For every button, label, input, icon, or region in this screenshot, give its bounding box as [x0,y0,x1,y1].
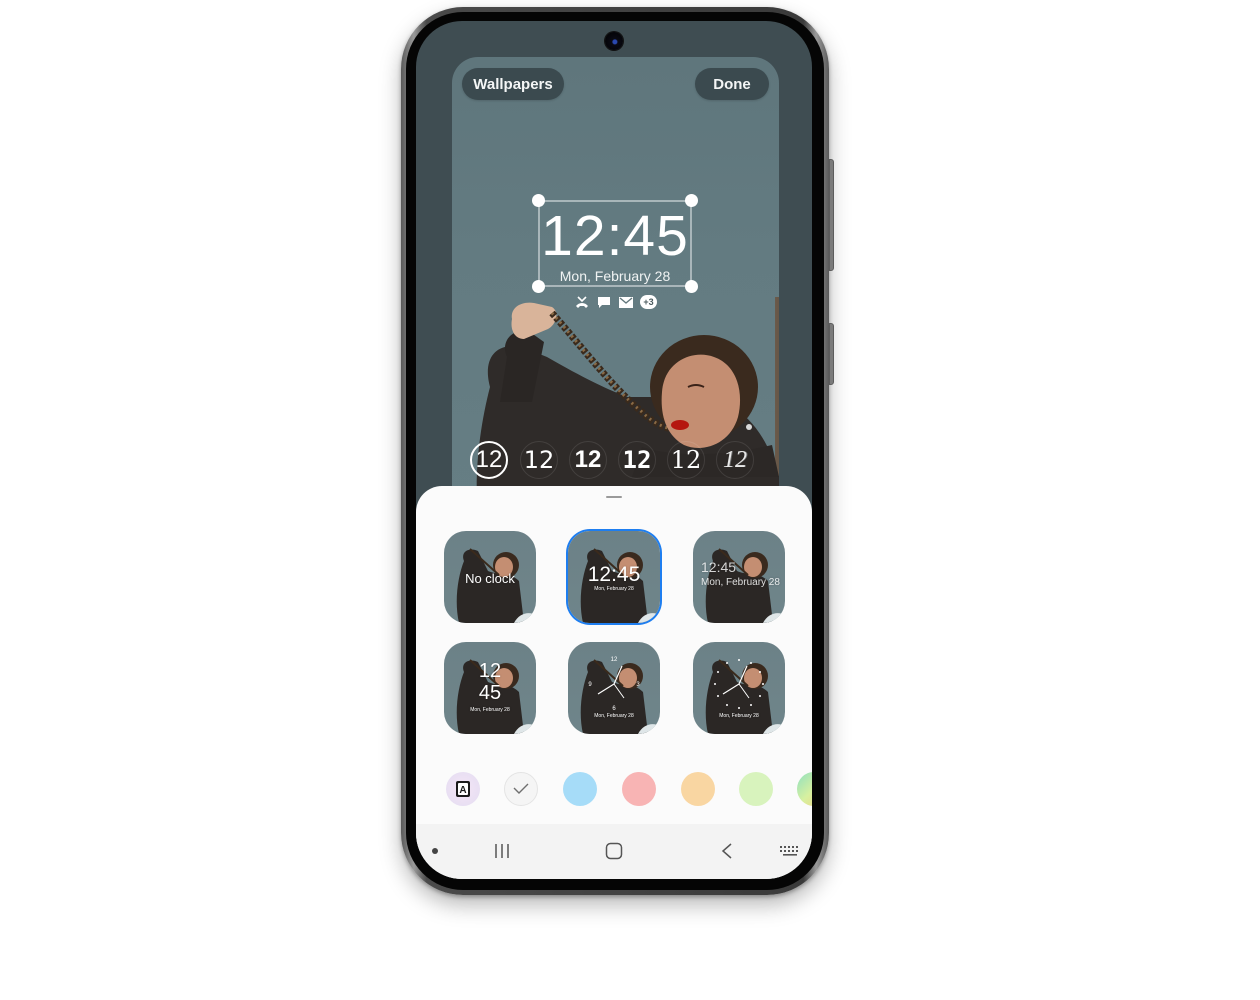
layout-thumb-stacked-digital[interactable]: 12 45 Mon, February 28 [444,642,536,734]
sheet-drag-handle[interactable] [606,496,622,498]
thumb-label: No clock [465,571,515,586]
back-icon [721,843,732,859]
recents-button[interactable] [490,841,514,861]
analog-clock-face: 12 3 6 9 [588,657,640,712]
color-swatch-red[interactable] [622,772,656,806]
clock-style-option[interactable]: 12 [618,441,656,479]
phone-screen: Wallpapers Done 12:45 Mon, February 28 +… [416,21,812,879]
done-button[interactable]: Done [695,68,769,100]
message-icon [596,295,612,309]
recents-icon [495,844,509,858]
nav-dot-icon[interactable] [432,848,438,854]
color-swatch-orange[interactable] [681,772,715,806]
thumb-date: Mon, February 28 [594,586,634,592]
layout-thumb-no-clock[interactable]: No clock [444,531,536,623]
layout-thumb-analog-numbers[interactable]: 12 3 6 9 Mon, February 28 [568,642,660,734]
clock-widget-editor[interactable]: 12:45 Mon, February 28 [532,194,698,293]
layout-thumb-left-digital[interactable]: 12:45 Mon, February 28 [693,531,785,623]
checkmark-icon [513,783,529,794]
home-button[interactable] [603,841,625,861]
thumb-time: 12:45 [587,563,641,586]
palette-text-icon: A [456,781,470,797]
layout-thumb-analog-dots[interactable]: Mon, February 28 [693,642,785,734]
clock-style-option[interactable]: 12 [667,441,705,479]
keyboard-button[interactable] [778,844,802,858]
analog-number-12: 12 [611,657,618,663]
email-icon [618,295,634,309]
thumb-date: Mon, February 28 [470,707,510,713]
clock-options-sheet: No clock 12:45 Mon, February 28 12:45 Mo… [416,486,812,879]
color-swatch-default[interactable] [504,772,538,806]
clock-style-option[interactable]: 12 [520,441,558,479]
color-swatch-gradient[interactable] [797,772,812,806]
thumb-hours: 12 [478,660,502,682]
wallpapers-button[interactable]: Wallpapers [462,68,564,100]
clock-style-option[interactable]: 12 [569,441,607,479]
clock-style-option[interactable]: 12 [470,441,508,479]
clock-style-selector: 12 12 12 12 12 12 [470,441,770,481]
clock-date: Mon, February 28 [559,268,671,284]
clock-style-option[interactable]: 12 [716,441,754,479]
thumb-date: Mon, February 28 [701,577,780,588]
analog-number-6: 6 [612,706,616,712]
color-swatch-blue[interactable] [563,772,597,806]
auto-color-button[interactable]: A [446,772,480,806]
missed-call-icon [574,295,590,309]
clock-time: 12:45 [541,204,689,268]
thumb-minutes: 45 [478,682,502,704]
lock-screen-preview: Wallpapers Done 12:45 Mon, February 28 +… [452,57,779,537]
volume-button [829,159,834,271]
back-button[interactable] [716,841,738,861]
thumb-date: Mon, February 28 [594,713,634,719]
home-icon [605,842,623,860]
clock-color-selector: A [446,772,812,808]
analog-number-3: 3 [636,682,640,688]
thumb-date: Mon, February 28 [719,713,759,719]
svg-text:A: A [459,785,466,796]
front-camera [605,32,623,50]
analog-number-9: 9 [588,682,592,688]
navigation-bar [416,824,812,879]
more-notifications-badge: +3 [640,295,657,309]
analog-clock-face [714,659,764,709]
power-button [829,323,834,385]
layout-thumb-centered-digital[interactable]: 12:45 Mon, February 28 [568,531,660,623]
thumb-time: 12:45 [701,559,737,575]
keyboard-icon [780,846,798,856]
color-swatch-green[interactable] [739,772,773,806]
notification-icons: +3 [574,295,657,309]
